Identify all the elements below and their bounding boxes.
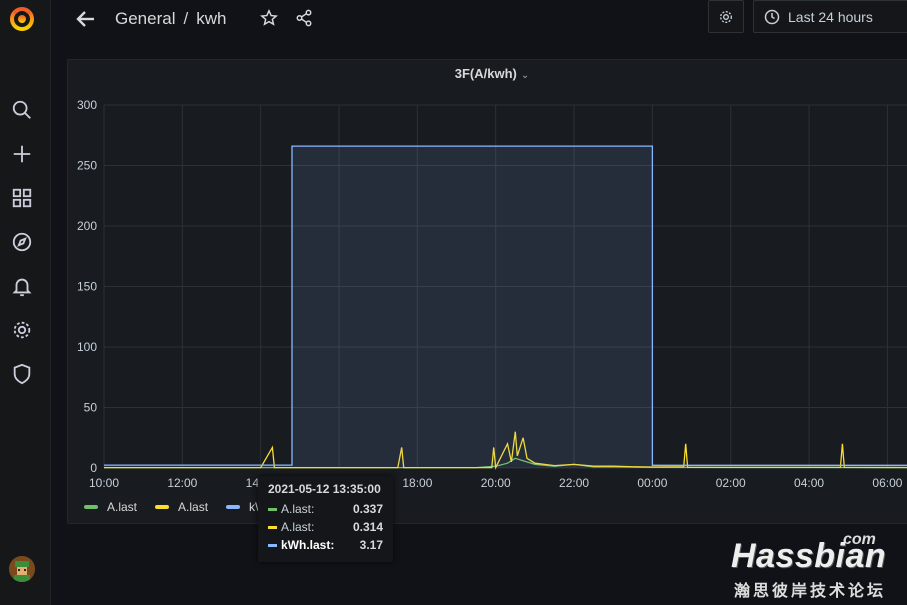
tooltip-time: 2021-05-12 13:35:00 — [268, 482, 381, 496]
graph-tooltip: 2021-05-12 13:35:00 A.last: 0.337 A.last… — [258, 476, 393, 562]
legend-item[interactable]: A.last — [155, 500, 208, 514]
legend-swatch — [226, 505, 241, 509]
y-tick-label: 50 — [84, 401, 98, 415]
x-tick-label: 02:00 — [716, 476, 746, 490]
tooltip-label: kWh.last: — [281, 538, 335, 552]
legend-swatch — [155, 505, 170, 509]
tooltip-row: kWh.last: 3.17 — [268, 536, 383, 554]
tooltip-swatch — [268, 525, 277, 529]
x-tick-label: 18:00 — [402, 476, 432, 490]
series-area-kwh — [104, 146, 907, 468]
tooltip-label: A.last: — [281, 502, 315, 516]
watermark-name: Hassbian — [731, 537, 887, 575]
legend-item[interactable]: A.last — [84, 500, 137, 514]
x-tick-label: 10:00 — [89, 476, 119, 490]
legend-swatch — [84, 505, 98, 509]
y-tick-label: 250 — [77, 159, 97, 173]
x-tick-label: 06:00 — [872, 476, 902, 490]
legend-label: A.last — [178, 500, 209, 514]
x-tick-label: 20:00 — [481, 476, 511, 490]
y-tick-label: 300 — [77, 98, 97, 112]
tooltip-value: 0.314 — [352, 520, 383, 534]
tooltip-value: 0.337 — [352, 502, 383, 516]
y-tick-label: 0 — [90, 461, 97, 475]
watermark-cn: 瀚思彼岸技术论坛 — [734, 581, 887, 600]
y-tick-label: 200 — [77, 219, 97, 233]
graph-chart[interactable]: 05010015020025030010:0012:0014:0016:0018… — [0, 0, 907, 605]
x-tick-label: 12:00 — [167, 476, 197, 490]
tooltip-row: A.last: 0.314 — [268, 518, 383, 536]
tooltip-value: 3.17 — [359, 538, 383, 552]
tooltip-row: A.last: 0.337 — [268, 500, 383, 518]
tooltip-swatch — [268, 543, 277, 547]
x-tick-label: 00:00 — [637, 476, 667, 490]
x-tick-label: 22:00 — [559, 476, 589, 490]
legend-label: A.last — [107, 500, 138, 514]
y-tick-label: 150 — [77, 280, 97, 294]
x-tick-label: 04:00 — [794, 476, 824, 490]
tooltip-swatch — [268, 507, 277, 511]
tooltip-label: A.last: — [281, 520, 315, 534]
y-tick-label: 100 — [77, 340, 97, 354]
